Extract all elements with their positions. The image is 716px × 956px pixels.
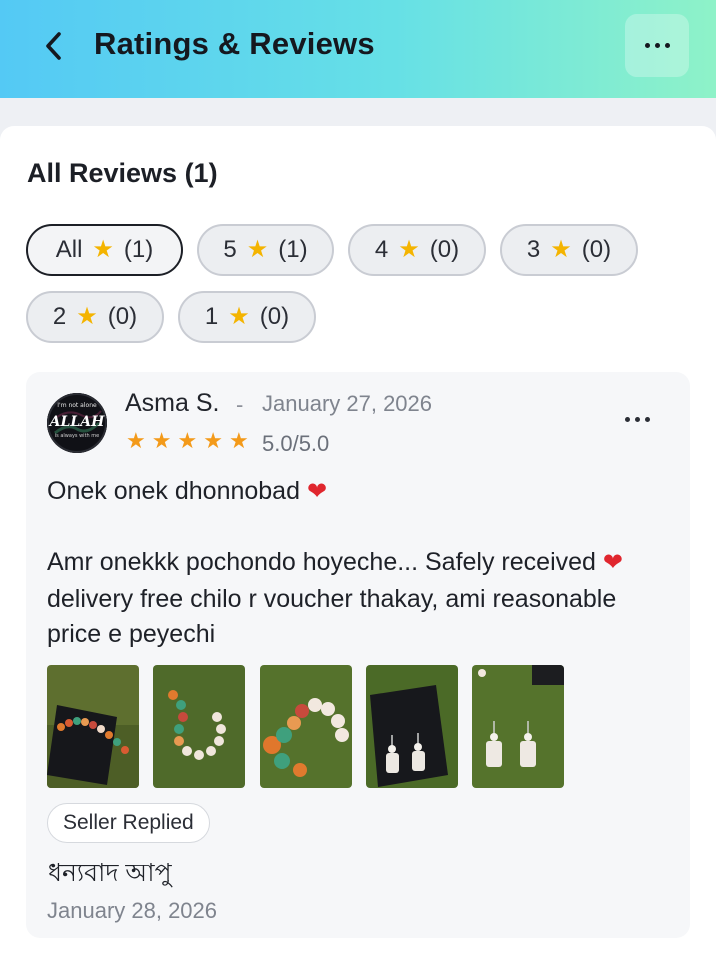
review-photo[interactable] bbox=[153, 665, 245, 788]
more-dot bbox=[644, 416, 650, 422]
filter-chip-all[interactable]: All ★ (1) bbox=[26, 224, 183, 276]
review-photo[interactable] bbox=[260, 665, 352, 788]
filter-label: 5 bbox=[223, 236, 237, 263]
review-photo[interactable] bbox=[472, 665, 564, 788]
page-title: Ratings & Reviews bbox=[94, 26, 375, 61]
review-text-line: price e peyechi bbox=[47, 620, 216, 648]
avatar-image: I'm not alone ALLAH is always with me bbox=[47, 393, 107, 453]
star-icon: ★ bbox=[228, 428, 249, 453]
avatar-line3: is always with me bbox=[55, 433, 100, 439]
rating-text: 5.0/5.0 bbox=[262, 431, 330, 456]
heart-icon: ❤ bbox=[306, 478, 328, 505]
review-stars: ★ ★ ★ ★ ★ bbox=[126, 430, 249, 452]
name-date-separator: - bbox=[236, 392, 244, 417]
filter-count: (1) bbox=[123, 236, 154, 263]
avatar[interactable]: I'm not alone ALLAH is always with me bbox=[47, 393, 107, 453]
back-button[interactable] bbox=[36, 26, 72, 66]
star-icon: ★ bbox=[151, 428, 172, 453]
star-icon: ★ bbox=[246, 236, 269, 263]
filter-count: (0) bbox=[581, 236, 612, 263]
review-text-line: delivery free chilo r voucher thakay, am… bbox=[47, 585, 617, 613]
filter-chip-1-star[interactable]: 1 ★ (0) bbox=[178, 291, 316, 343]
review-line-text: Onek onek dhonnobad bbox=[47, 477, 300, 505]
more-dot bbox=[664, 43, 670, 48]
filter-chip-5-star[interactable]: 5 ★ (1) bbox=[197, 224, 334, 276]
filter-label: 3 bbox=[526, 236, 541, 263]
more-dot bbox=[654, 43, 660, 48]
seller-reply-text: ধন্যবাদ আপু bbox=[48, 859, 172, 887]
more-dot bbox=[634, 416, 640, 422]
filter-count: (1) bbox=[278, 236, 308, 263]
review-options-button[interactable] bbox=[615, 404, 659, 434]
star-icon: ★ bbox=[398, 236, 420, 263]
review-text-line: Amr onekkk pochondo hoyeche... Safely re… bbox=[47, 548, 623, 577]
filter-chip-4-star[interactable]: 4 ★ (0) bbox=[348, 224, 486, 276]
seller-replied-badge: Seller Replied bbox=[47, 803, 210, 843]
star-icon: ★ bbox=[228, 303, 250, 330]
review-text-line: Onek onek dhonnobad ❤ bbox=[47, 477, 327, 506]
filter-chip-3-star[interactable]: 3 ★ (0) bbox=[500, 224, 638, 276]
section-title: All Reviews (1) bbox=[27, 158, 218, 188]
review-line-text: Amr onekkk pochondo hoyeche... Safely re… bbox=[47, 548, 596, 576]
top-app-bar: Ratings & Reviews bbox=[0, 0, 716, 98]
review-photo[interactable] bbox=[47, 665, 139, 788]
star-icon: ★ bbox=[76, 303, 98, 330]
avatar-line1: I'm not alone bbox=[57, 402, 97, 409]
star-icon: ★ bbox=[203, 428, 223, 453]
heart-icon: ❤ bbox=[602, 549, 623, 576]
review-photo[interactable] bbox=[366, 665, 458, 788]
reviewer-name: Asma S. bbox=[125, 389, 220, 417]
filter-count: (0) bbox=[259, 303, 290, 330]
star-icon: ★ bbox=[92, 236, 114, 263]
reply-date: January 28, 2026 bbox=[47, 898, 218, 923]
star-icon: ★ bbox=[177, 428, 198, 453]
avatar-line2: ALLAH bbox=[48, 414, 105, 430]
more-options-button[interactable] bbox=[625, 14, 689, 77]
filter-chip-2-star[interactable]: 2 ★ (0) bbox=[26, 291, 164, 343]
star-icon: ★ bbox=[126, 428, 146, 453]
more-horizontal-icon bbox=[644, 43, 650, 48]
review-date: January 27, 2026 bbox=[262, 391, 433, 416]
filter-label: 4 bbox=[374, 236, 389, 263]
chevron-left-icon bbox=[46, 32, 61, 60]
filter-label: All bbox=[55, 236, 83, 263]
more-horizontal-icon bbox=[624, 416, 630, 422]
star-icon: ★ bbox=[550, 236, 572, 263]
filter-label: 1 bbox=[204, 303, 219, 330]
filter-count: (0) bbox=[429, 236, 460, 263]
filter-label: 2 bbox=[52, 303, 67, 330]
filter-count: (0) bbox=[107, 303, 138, 330]
